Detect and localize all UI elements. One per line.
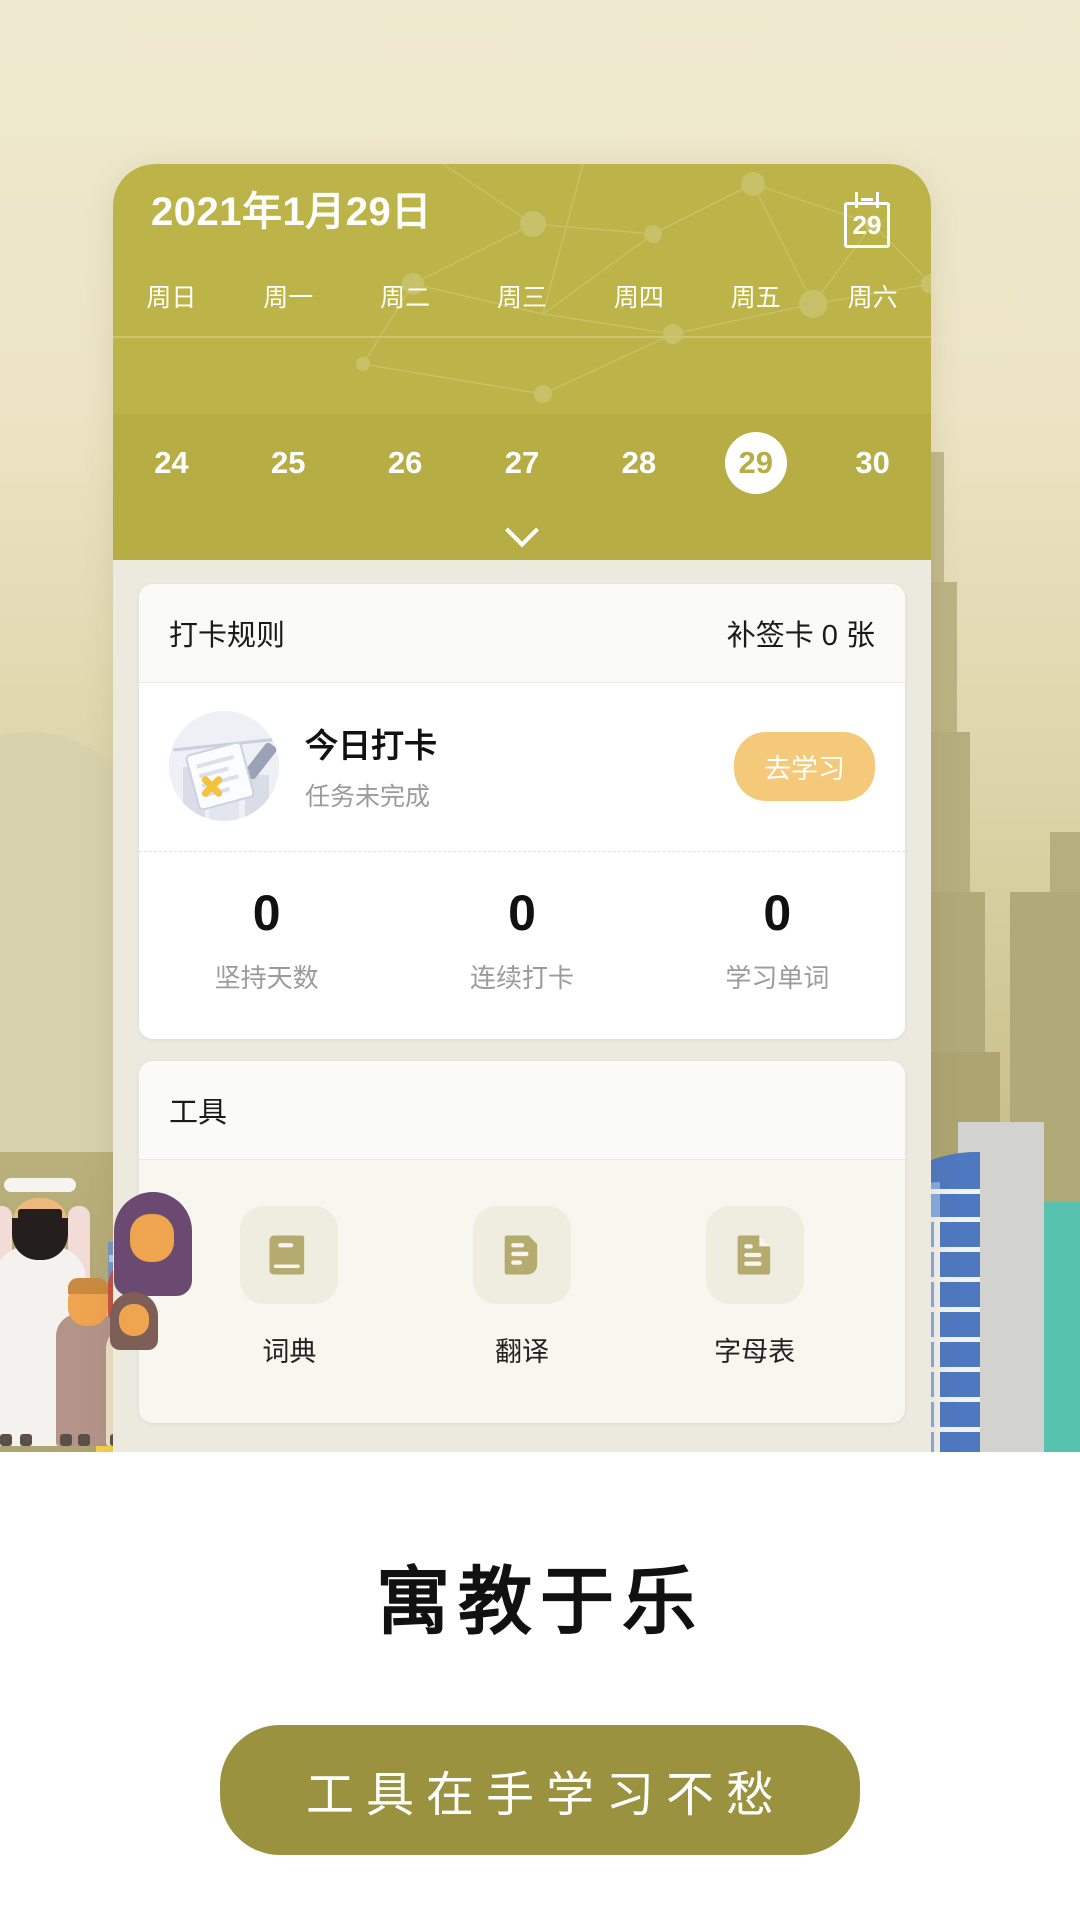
weekday-mon[interactable]: 周一 [230, 278, 347, 336]
calendar-icon-day: 29 [852, 210, 882, 240]
weekday-tue[interactable]: 周二 [347, 278, 464, 336]
tool-translate-label: 翻译 [495, 1337, 549, 1367]
weekday-sat[interactable]: 周六 [814, 278, 931, 336]
day-number-row: 24 25 26 27 28 29 30 [113, 414, 931, 512]
tool-alphabet-label: 字母表 [714, 1337, 796, 1367]
day-24[interactable]: 24 [113, 445, 230, 481]
weekday-thu[interactable]: 周四 [580, 278, 697, 336]
tools-card-header: 工具 [139, 1061, 905, 1160]
promo-cta-button[interactable]: 工具在手学习不愁 [219, 1725, 860, 1855]
day-27[interactable]: 27 [464, 445, 581, 481]
stat-words-label: 学习单词 [725, 963, 830, 993]
calendar-header: 2021年1月29日 29 周日 周一 周二 周三 周四 周五 周六 [113, 164, 931, 414]
weekday-row: 周日 周一 周二 周三 周四 周五 周六 [113, 278, 931, 338]
tool-dictionary-label: 词典 [262, 1337, 317, 1367]
promo-section: 寓教于乐 工具在手学习不愁 [0, 1452, 1080, 1920]
today-checkin-status: 任务未完成 [305, 783, 431, 811]
checkin-rules-label[interactable]: 打卡规则 [169, 612, 285, 654]
weekday-sun[interactable]: 周日 [113, 278, 230, 336]
stat-streak-label: 连续打卡 [469, 963, 574, 993]
tools-card: 工具 词典 翻译 字母表 [139, 1061, 905, 1423]
stats-row: 0 坚持天数 0 连续打卡 0 学习单词 [139, 851, 905, 1039]
checkin-illustration-icon [169, 711, 279, 821]
translate-document-icon [473, 1206, 571, 1304]
expand-calendar-button[interactable] [113, 512, 931, 560]
tool-dictionary[interactable]: 词典 [173, 1206, 406, 1369]
promo-scene-backdrop: 2021年1月29日 29 周日 周一 周二 周三 周四 周五 周六 24 25… [0, 0, 1080, 1452]
phone-content: 打卡规则 补签卡 0 张 今日打卡 任务未完成 去学习 0 坚持天数 0 连续打… [113, 560, 931, 1452]
weekday-wed[interactable]: 周三 [464, 278, 581, 336]
stat-streak-value: 0 [508, 885, 536, 941]
makeup-card-count[interactable]: 补签卡 0 张 [727, 612, 875, 654]
today-checkin-row: 今日打卡 任务未完成 去学习 [139, 683, 905, 851]
promo-headline: 寓教于乐 [376, 1560, 704, 1643]
document-lines-icon [705, 1206, 804, 1304]
tool-alphabet[interactable]: 字母表 [638, 1206, 871, 1369]
stat-words: 0 学习单词 [650, 888, 905, 995]
chevron-down-icon [505, 513, 539, 548]
checkin-card-header: 打卡规则 补签卡 0 张 [139, 584, 905, 683]
go-study-button[interactable]: 去学习 [734, 731, 875, 801]
calendar-icon[interactable]: 29 [841, 192, 893, 248]
day-29-selected[interactable]: 29 [697, 432, 814, 494]
stat-words-value: 0 [763, 885, 792, 941]
day-26[interactable]: 26 [347, 445, 464, 481]
stat-persist-days-label: 坚持天数 [214, 963, 319, 993]
today-checkin-title: 今日打卡 [305, 727, 437, 764]
phone-mockup: 2021年1月29日 29 周日 周一 周二 周三 周四 周五 周六 24 25… [113, 164, 931, 1452]
day-25[interactable]: 25 [230, 445, 347, 481]
page-title: 2021年1月29日 [151, 190, 432, 234]
day-28[interactable]: 28 [580, 445, 697, 481]
stat-streak: 0 连续打卡 [394, 888, 649, 995]
tool-translate[interactable]: 翻译 [406, 1206, 639, 1369]
stat-persist-days-value: 0 [252, 885, 281, 941]
stat-persist-days: 0 坚持天数 [139, 888, 394, 995]
checkin-card: 打卡规则 补签卡 0 张 今日打卡 任务未完成 去学习 0 坚持天数 0 连续打… [139, 584, 905, 1039]
book-icon [240, 1206, 339, 1304]
tools-title: 工具 [169, 1097, 228, 1129]
tools-grid: 词典 翻译 字母表 [139, 1160, 905, 1423]
weekday-fri[interactable]: 周五 [697, 278, 814, 336]
day-30[interactable]: 30 [814, 445, 931, 481]
